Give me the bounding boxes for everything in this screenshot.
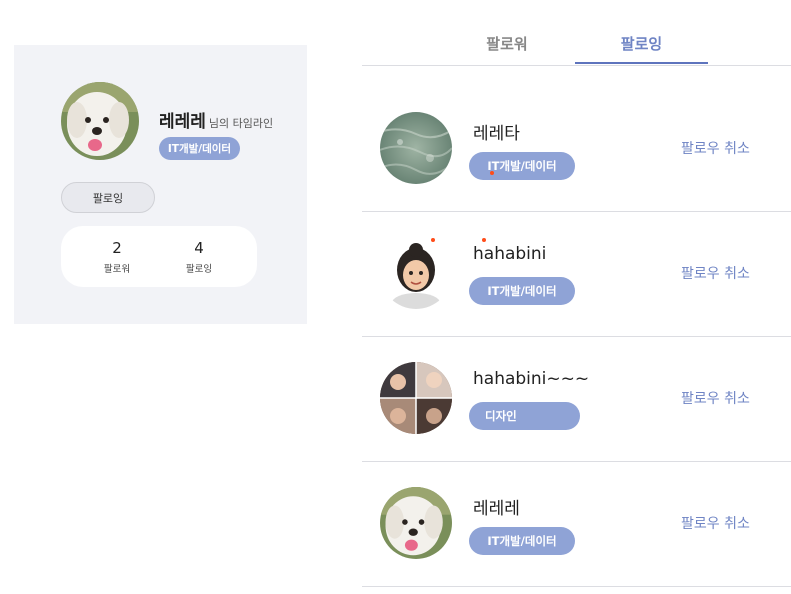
collage-avatar-image [380,362,452,434]
user-name[interactable]: hahabini~~~ [473,369,589,389]
memoji-avatar-image [380,237,452,309]
category-badge: IT개발/데이터 [469,152,575,180]
profile-name: 레레레 [159,112,206,132]
user-avatar[interactable] [380,362,452,434]
followers-stat[interactable]: 2 팔로워 [87,238,147,275]
list-item: hahabini~~~ 디자인 팔로우 취소 [362,337,791,462]
unfollow-button[interactable]: 팔로우 취소 [681,263,750,283]
profile-name-row: 레레레 님의 타임라인 [159,107,273,132]
profile-category-badge: IT개발/데이터 [159,137,240,160]
unfollow-button[interactable]: 팔로우 취소 [681,138,750,158]
user-name[interactable]: 레레레 [473,494,520,519]
category-badge: 디자인 [469,402,580,430]
followers-count: 2 [112,239,122,257]
user-avatar[interactable] [380,237,452,309]
following-label: 팔로잉 [185,264,213,275]
user-avatar[interactable] [380,112,452,184]
profile-card: 레레레 님의 타임라인 IT개발/데이터 팔로잉 2 팔로워 4 팔로잉 [14,45,307,324]
marker-dot [490,171,494,175]
category-badge: IT개발/데이터 [469,527,575,555]
user-name[interactable]: hahabini [473,244,546,264]
user-avatar[interactable] [380,487,452,559]
tab-following[interactable]: 팔로잉 [575,22,708,65]
list-item: hahabini IT개발/데이터 팔로우 취소 [362,212,791,337]
follow-tabs: 팔로워 팔로잉 [362,22,791,66]
list-item: 레레레 IT개발/데이터 팔로우 취소 [362,462,791,587]
profile-avatar[interactable] [61,82,139,160]
water-avatar-image [380,112,452,184]
category-badge: IT개발/데이터 [469,277,575,305]
profile-name-suffix: 님의 타임라인 [208,117,274,130]
list-item: 레레타 IT개발/데이터 팔로우 취소 [362,87,791,212]
active-tab-indicator [575,62,708,64]
following-button[interactable]: 팔로잉 [61,182,155,213]
following-count: 4 [194,239,204,257]
followers-label: 팔로워 [103,264,131,275]
follow-stats: 2 팔로워 4 팔로잉 [61,226,257,287]
tab-followers[interactable]: 팔로워 [442,22,572,65]
puppy-avatar-image [61,82,139,160]
following-stat[interactable]: 4 팔로잉 [169,238,229,275]
following-list: 레레타 IT개발/데이터 팔로우 취소 hahabini IT개발/데이터 팔로… [362,87,791,587]
unfollow-button[interactable]: 팔로우 취소 [681,388,750,408]
unfollow-button[interactable]: 팔로우 취소 [681,513,750,533]
puppy-avatar-image [380,487,452,559]
marker-dot [431,238,435,242]
marker-dot [482,238,486,242]
user-name[interactable]: 레레타 [473,119,520,144]
